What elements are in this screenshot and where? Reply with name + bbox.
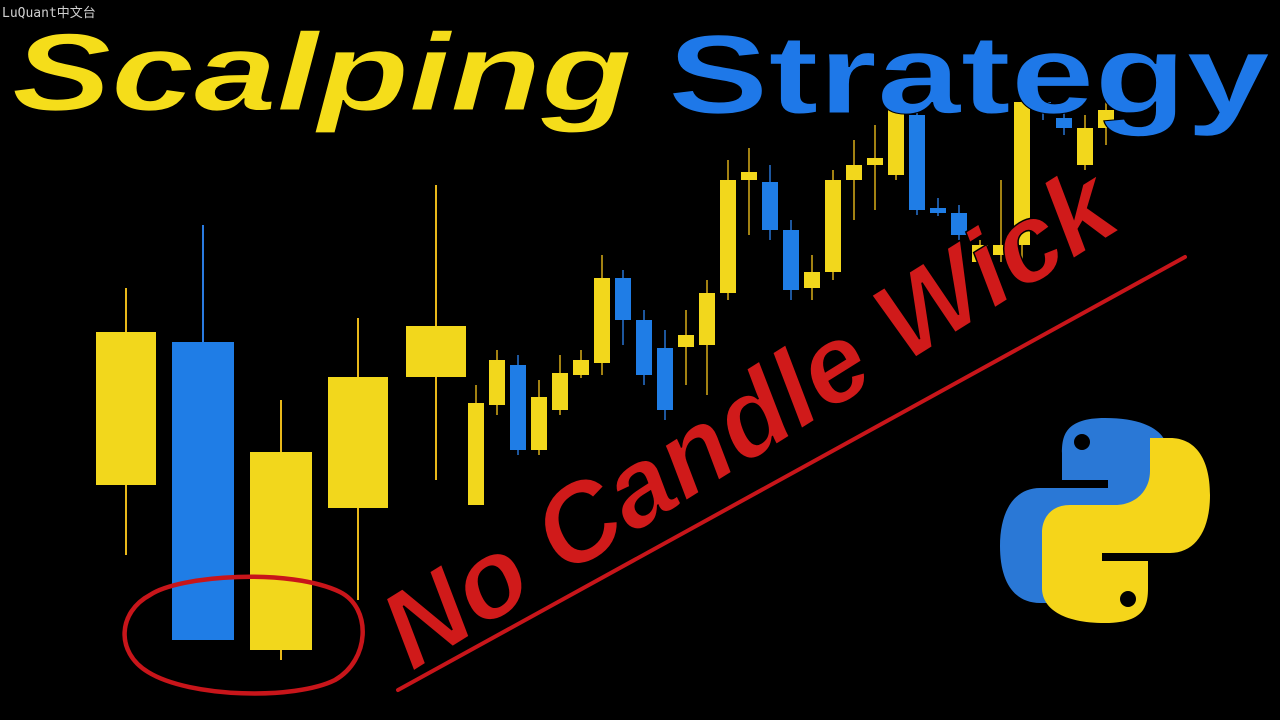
- thumbnail-scene: Scalping Strategy No Candle Wick: [12, 11, 1271, 696]
- candle-bull: [846, 165, 862, 180]
- candle-bear: [172, 342, 234, 640]
- candle-bull: [489, 360, 505, 405]
- candle-bull: [250, 452, 312, 650]
- candle-bull: [531, 397, 547, 450]
- candle-bear: [636, 320, 652, 375]
- candle-bear: [930, 208, 946, 213]
- title-word-scalping: Scalping: [12, 11, 632, 134]
- candle-bull: [552, 373, 568, 410]
- candle-bear: [762, 182, 778, 230]
- title-word-strategy: Strategy: [668, 12, 1270, 137]
- python-logo-icon: [1000, 418, 1210, 623]
- candle-bull: [573, 360, 589, 375]
- candle-bull: [720, 180, 736, 293]
- title-group: Scalping Strategy: [12, 11, 1271, 138]
- candle-bull: [741, 172, 757, 180]
- candle-bull: [867, 158, 883, 165]
- candle-bull: [825, 180, 841, 272]
- candle-bull: [594, 278, 610, 363]
- candle-bull: [406, 326, 466, 377]
- candle-bull: [678, 335, 694, 347]
- candle-bear: [783, 230, 799, 290]
- circle-annotation: [122, 574, 365, 696]
- candle-bull: [96, 332, 156, 485]
- candle-bear: [510, 365, 526, 450]
- candle-bull: [699, 293, 715, 345]
- candle-bull: [468, 403, 484, 505]
- candle-bear: [615, 278, 631, 320]
- candle-bull: [328, 377, 388, 508]
- candle-bull: [804, 272, 820, 288]
